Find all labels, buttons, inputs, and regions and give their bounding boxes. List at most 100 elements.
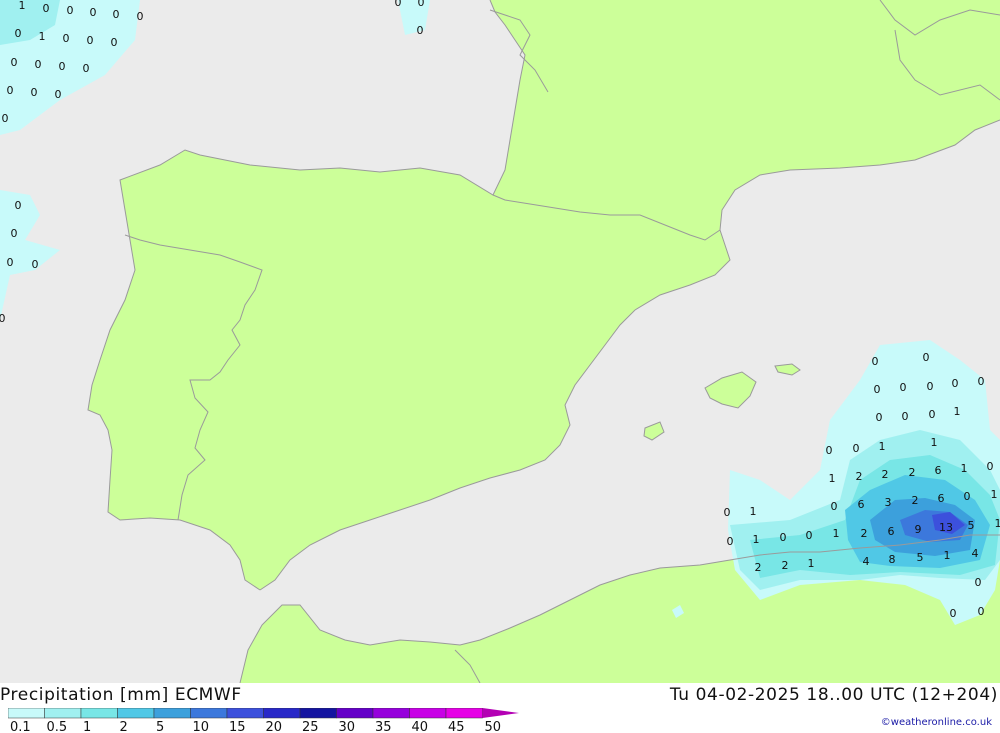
precip-value-label: 0: [11, 227, 18, 240]
precip-value-label: 0: [15, 27, 22, 40]
precip-value-label: 0: [853, 442, 860, 455]
scale-label: 35: [375, 720, 392, 732]
precip-value-label: 0: [32, 258, 39, 271]
precip-value-label: 0: [2, 112, 9, 125]
precip-value-label: 6: [938, 492, 945, 505]
precip-value-label: 1: [931, 436, 938, 449]
precip-value-label: 1: [944, 549, 951, 562]
precip-value-label: 1: [879, 440, 886, 453]
scale-swatch: [445, 708, 483, 719]
precip-value-label: 0: [43, 2, 50, 15]
precip-value-label: 0: [7, 84, 14, 97]
map-title: Precipitation [mm] ECMWF: [0, 685, 242, 705]
precip-value-label: 0: [929, 408, 936, 421]
precip-value-label: 0: [872, 355, 879, 368]
precip-value-label: 0: [952, 377, 959, 390]
precip-value-label: 0: [87, 34, 94, 47]
precip-value-label: 9: [915, 523, 922, 536]
precip-value-label: 0: [55, 88, 62, 101]
precip-value-label: 0: [15, 199, 22, 212]
scale-label: 30: [339, 720, 356, 732]
precip-value-label: 5: [968, 519, 975, 532]
map-canvas: 1 0 0 0 0 0 0 1 0 0 0 0 0 0 0 0 0 0 0 0 0 0 0 0 0 0 0 0 0 0 0 0 0 0 0 1 0 0 0 0…: [0, 0, 1000, 684]
scale-swatch: [190, 708, 228, 719]
precip-value-label: 1: [39, 30, 46, 43]
precip-value-label: 0: [987, 460, 994, 473]
scale-swatch: [336, 708, 374, 719]
precip-value-label: 0: [83, 62, 90, 75]
precip-value-label: 0: [826, 444, 833, 457]
scale-label: 10: [193, 720, 210, 732]
scale-arrow: [482, 708, 519, 718]
precip-value-label: 0: [900, 381, 907, 394]
precip-value-label: 0: [63, 32, 70, 45]
scale-label: 0.1: [10, 720, 31, 732]
precip-value-label: 0: [0, 312, 6, 325]
precip-value-label: 0: [59, 60, 66, 73]
precip-value-label: 0: [874, 383, 881, 396]
precipitation-map: 1 0 0 0 0 0 0 1 0 0 0 0 0 0 0 0 0 0 0 0 0 0 0 0 0 0 0 0 0 0 0 0 0 0 0 1 0 0 0 0…: [0, 0, 1000, 684]
precip-value-label: 0: [876, 411, 883, 424]
precip-value-label: 0: [978, 605, 985, 618]
precip-value-label: 0: [927, 380, 934, 393]
precip-value-label: 0: [417, 24, 424, 37]
precip-value-label: 6: [935, 464, 942, 477]
precip-value-label: 1: [961, 462, 968, 475]
precip-value-label: 1: [991, 488, 998, 501]
precip-value-label: 0: [395, 0, 402, 9]
scale-label: 0.5: [47, 720, 68, 732]
precip-value-label: 2: [909, 466, 916, 479]
precip-value-label: 0: [964, 490, 971, 503]
scale-label: 50: [485, 720, 502, 732]
precip-value-label: 0: [923, 351, 930, 364]
precip-value-label: 0: [950, 607, 957, 620]
precip-value-label: 0: [7, 256, 14, 269]
precip-value-label: 0: [11, 56, 18, 69]
precip-value-label: 4: [863, 555, 870, 568]
precip-value-label: 8: [889, 553, 896, 566]
precip-value-label: 0: [31, 86, 38, 99]
precip-value-label: 13: [939, 521, 953, 534]
precip-value-label: 0: [35, 58, 42, 71]
scale-swatch: [153, 708, 191, 719]
precip-value-label: 0: [780, 531, 787, 544]
scale-swatch: [117, 708, 155, 719]
precip-value-label: 1: [753, 533, 760, 546]
precip-value-label: 1: [829, 472, 836, 485]
scale-swatch: [299, 708, 337, 719]
scale-label: 2: [120, 720, 128, 732]
precip-value-label: 1: [19, 0, 26, 12]
precip-value-label: 1: [995, 517, 1000, 530]
precip-value-label: 2: [912, 494, 919, 507]
precip-value-label: 1: [750, 505, 757, 518]
precip-value-label: 0: [806, 529, 813, 542]
valid-time: Tu 04-02-2025 18..00 UTC (12+204): [669, 685, 998, 705]
scale-swatch: [226, 708, 264, 719]
precip-value-label: 0: [727, 535, 734, 548]
precip-value-label: 0: [418, 0, 425, 9]
precip-value-label: 2: [856, 470, 863, 483]
precip-value-label: 1: [954, 405, 961, 418]
scale-label: 15: [229, 720, 246, 732]
precip-value-label: 0: [831, 500, 838, 513]
precip-value-label: 3: [885, 496, 892, 509]
scale-swatch: [8, 708, 45, 719]
scale-label: 1: [83, 720, 91, 732]
scale-swatch: [372, 708, 410, 719]
scale-label: 25: [302, 720, 319, 732]
precip-value-label: 0: [111, 36, 118, 49]
scale-label: 40: [412, 720, 429, 732]
precip-value-label: 2: [882, 468, 889, 481]
scale-label: 45: [448, 720, 465, 732]
precip-value-label: 6: [888, 525, 895, 538]
precip-value-label: 0: [137, 10, 144, 23]
scale-swatch: [80, 708, 118, 719]
precip-value-label: 5: [917, 551, 924, 564]
scale-label: 5: [156, 720, 164, 732]
scale-swatch: [44, 708, 82, 719]
credit-link[interactable]: ©weatheronline.co.uk: [881, 717, 992, 728]
precip-value-label: 1: [833, 527, 840, 540]
precip-value-label: 0: [67, 4, 74, 17]
precip-value-label: 4: [972, 547, 979, 560]
precip-value-label: 0: [978, 375, 985, 388]
